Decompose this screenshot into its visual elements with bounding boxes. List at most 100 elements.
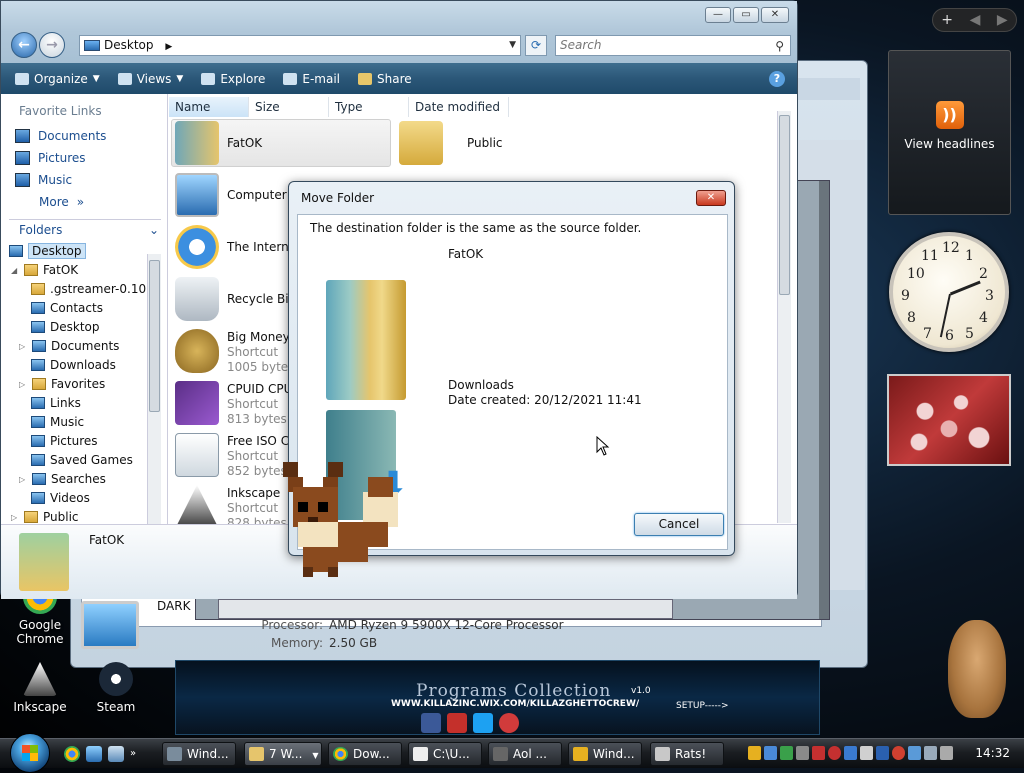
taskbar-item-7zip[interactable]: C:\U...: [408, 742, 482, 766]
minimize-button[interactable]: —: [705, 7, 731, 23]
explore-button[interactable]: Explore: [201, 72, 265, 86]
taskbar-item-aol[interactable]: Aol ...: [488, 742, 562, 766]
next-icon[interactable]: ▶: [997, 12, 1008, 28]
search-icon[interactable]: ⚲: [775, 37, 784, 56]
file-item-computer[interactable]: Computer: [175, 173, 287, 217]
killaz-logo-icon[interactable]: [499, 713, 519, 733]
facebook-icon[interactable]: [421, 713, 441, 733]
slideshow-gadget[interactable]: [887, 374, 1011, 466]
file-list-scrollbar[interactable]: [777, 111, 791, 523]
email-button[interactable]: E-mail: [283, 72, 340, 86]
tray-icon[interactable]: [780, 746, 793, 760]
file-item-internet[interactable]: The Interne: [175, 225, 296, 269]
tray-icon[interactable]: [876, 746, 889, 760]
share-button[interactable]: Share: [358, 72, 412, 86]
file-item-cpuid[interactable]: CPUID CPU Shortcut 813 bytes: [175, 381, 292, 427]
youtube-icon[interactable]: [447, 713, 467, 733]
taskbar-item-explorer-group[interactable]: 7 W... ▼: [244, 742, 322, 766]
column-header-name[interactable]: Name: [169, 97, 249, 117]
views-button[interactable]: Views ▼: [117, 72, 183, 86]
column-header-type[interactable]: Type: [329, 97, 409, 117]
expand-arrow-icon[interactable]: ▷: [19, 342, 27, 351]
close-button[interactable]: ✕: [761, 7, 789, 23]
expand-arrow-icon[interactable]: ▷: [11, 513, 19, 522]
file-list-scrollbar-thumb[interactable]: [779, 115, 790, 295]
banner-setup[interactable]: SETUP----->: [676, 701, 729, 711]
cancel-button[interactable]: Cancel: [634, 513, 724, 536]
maximize-button[interactable]: ▭: [733, 7, 759, 23]
tree-item-pictures[interactable]: Pictures: [31, 432, 98, 450]
forward-button[interactable]: →: [39, 32, 65, 58]
tree-item-searches[interactable]: ▷ Searches: [19, 470, 106, 488]
search-input[interactable]: Search ⚲: [555, 35, 791, 56]
taskbar-item-rats[interactable]: Rats!: [650, 742, 724, 766]
tree-item-links[interactable]: Links: [31, 394, 81, 412]
start-button[interactable]: [10, 733, 50, 773]
tree-item-fatok[interactable]: ◢ FatOK: [11, 261, 78, 279]
feed-headlines-gadget[interactable]: )) View headlines: [888, 50, 1011, 215]
taskbar-item-wind-1[interactable]: Wind...: [162, 742, 236, 766]
column-header-size[interactable]: Size: [249, 97, 329, 117]
file-item-big-money[interactable]: Big Money Shortcut 1005 bytes: [175, 329, 294, 375]
tree-scrollbar-thumb[interactable]: [149, 260, 160, 412]
add-gadget-icon[interactable]: +: [941, 12, 953, 28]
second-window-titlebar[interactable]: [798, 78, 860, 100]
organize-button[interactable]: Organize ▼: [15, 72, 100, 86]
desktop-icon-steam[interactable]: Steam: [76, 662, 156, 714]
prev-icon[interactable]: ◀: [970, 12, 981, 28]
tree-item-gstreamer[interactable]: .gstreamer-0.10: [31, 280, 146, 298]
tray-icon[interactable]: [940, 746, 953, 760]
tray-icon[interactable]: [812, 746, 825, 760]
quick-launch-overflow-icon[interactable]: »: [130, 746, 140, 762]
file-item-fatok[interactable]: FatOK: [175, 121, 262, 165]
tray-icon[interactable]: [748, 746, 761, 760]
tray-icon[interactable]: [892, 746, 905, 760]
tree-item-contacts[interactable]: Contacts: [31, 299, 103, 317]
chrome-icon[interactable]: [64, 746, 80, 762]
expand-arrow-icon[interactable]: ◢: [11, 266, 19, 275]
file-item-public[interactable]: Public: [399, 121, 503, 165]
desktop-icon-inkscape[interactable]: Inkscape: [0, 662, 80, 714]
breadcrumb-chevron-icon[interactable]: ▶: [165, 42, 172, 52]
tray-icon[interactable]: [860, 746, 873, 760]
dialog-close-button[interactable]: ✕: [696, 190, 726, 206]
column-header-date-modified[interactable]: Date modified: [409, 97, 509, 117]
tree-scrollbar[interactable]: [147, 254, 161, 524]
favorite-link-documents[interactable]: Documents: [15, 129, 106, 143]
taskbar-item-chrome[interactable]: Dow...: [328, 742, 402, 766]
tree-item-documents[interactable]: ▷ Documents: [19, 337, 119, 355]
tree-item-music[interactable]: Music: [31, 413, 84, 431]
refresh-button[interactable]: ⟳: [525, 35, 547, 56]
network-icon[interactable]: [908, 746, 921, 760]
volume-icon[interactable]: [924, 746, 937, 760]
back-button[interactable]: ←: [11, 32, 37, 58]
address-bar[interactable]: Desktop ▶ ▼: [79, 35, 521, 56]
address-dropdown-icon[interactable]: ▼: [509, 36, 516, 55]
twitter-icon[interactable]: [473, 713, 493, 733]
taskbar-item-wind-2[interactable]: Wind...: [568, 742, 642, 766]
banner-url[interactable]: WWW.KILLAZINC.WIX.COM/KILLAZGHETTOCREW/: [391, 699, 639, 709]
folders-header[interactable]: Folders ⌄: [9, 219, 161, 239]
tray-icon[interactable]: [764, 746, 777, 760]
tree-item-videos[interactable]: Videos: [31, 489, 90, 507]
favorite-link-more[interactable]: More »: [39, 195, 84, 209]
grey-panel-scrollbar[interactable]: [819, 181, 829, 619]
file-item-recycle-bin[interactable]: Recycle Bin: [175, 277, 296, 321]
tree-item-downloads[interactable]: Downloads: [31, 356, 116, 374]
favorite-link-music[interactable]: Music: [15, 173, 72, 187]
tray-icon[interactable]: [844, 746, 857, 760]
show-desktop-icon[interactable]: [86, 746, 102, 762]
tree-item-desktop-sub[interactable]: Desktop: [31, 318, 100, 336]
tree-item-saved-games[interactable]: Saved Games: [31, 451, 133, 469]
tree-item-favorites[interactable]: ▷ Favorites: [19, 375, 105, 393]
switch-windows-icon[interactable]: [108, 746, 124, 762]
explorer-titlebar[interactable]: — ▭ ✕ ← → Desktop ▶ ▼ ⟳ Search ⚲: [1, 1, 797, 63]
expand-arrow-icon[interactable]: ▷: [19, 380, 27, 389]
expand-arrow-icon[interactable]: ▷: [19, 475, 27, 484]
tree-item-desktop[interactable]: Desktop: [9, 242, 86, 260]
tray-icon[interactable]: [828, 746, 841, 760]
tray-icon[interactable]: [796, 746, 809, 760]
help-button[interactable]: ?: [769, 71, 785, 87]
favorite-link-pictures[interactable]: Pictures: [15, 151, 86, 165]
taskbar-clock[interactable]: 14:32: [975, 746, 1010, 760]
